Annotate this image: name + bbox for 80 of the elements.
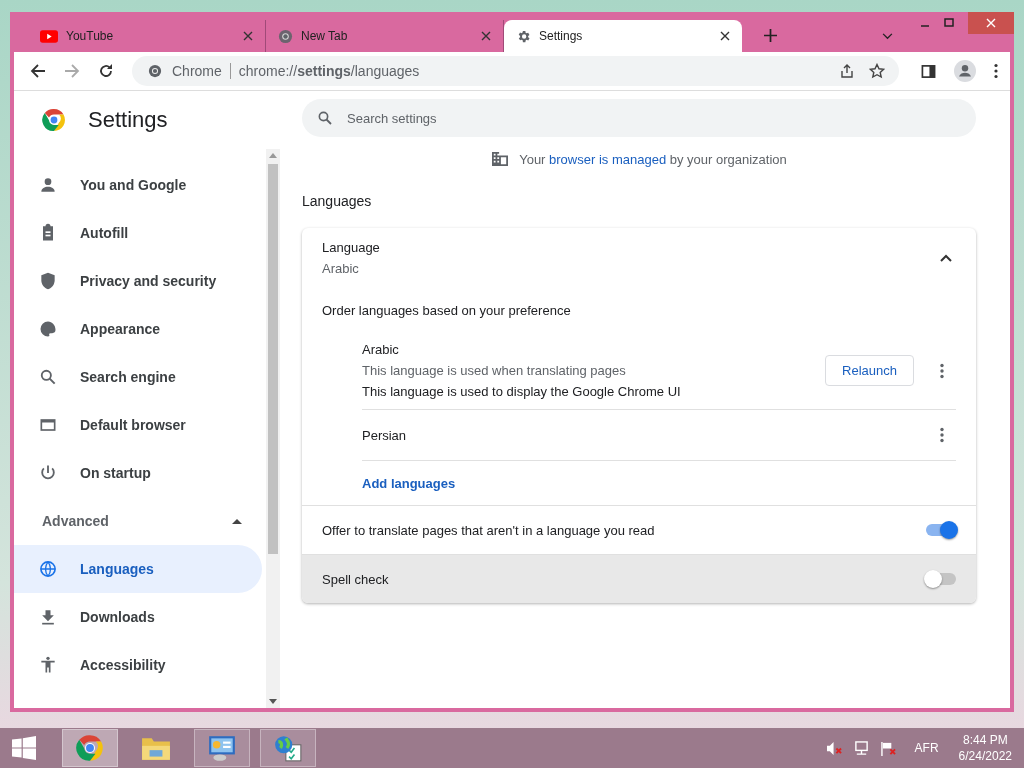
more-options-icon[interactable] xyxy=(994,63,998,79)
profile-avatar-icon[interactable] xyxy=(954,60,976,82)
section-title: Languages xyxy=(302,193,373,209)
share-icon[interactable] xyxy=(839,63,855,79)
sidebar-item[interactable]: Privacy and security xyxy=(14,257,262,305)
order-description: Order languages based on your preference xyxy=(321,302,572,320)
chrome-logo-icon xyxy=(278,28,293,44)
scrollbar[interactable] xyxy=(266,149,280,708)
chevron-up-icon[interactable] xyxy=(940,254,952,262)
managed-link[interactable]: browser is managed xyxy=(549,151,667,167)
muted-speaker-icon[interactable] xyxy=(825,740,843,756)
globe-document-icon xyxy=(273,734,303,762)
input-language[interactable]: AFR xyxy=(914,741,939,755)
language-note: This language is used to display the Google Chrome UI xyxy=(362,384,682,399)
address-bar[interactable]: Chrome chrome://settings/languages xyxy=(132,56,899,86)
windows-logo-icon[interactable] xyxy=(12,736,36,760)
toggle-switch[interactable] xyxy=(926,524,956,536)
caret-up-icon xyxy=(232,518,242,524)
scrollbar-thumb[interactable] xyxy=(268,164,278,554)
reload-icon[interactable] xyxy=(98,63,114,79)
sidebar-item[interactable]: You and Google xyxy=(14,161,262,209)
taskbar-app[interactable] xyxy=(194,729,250,767)
sidebar-item[interactable]: Downloads xyxy=(14,593,262,641)
settings-icon xyxy=(516,28,531,44)
language-name: Persian xyxy=(362,427,408,443)
clock-time[interactable]: 8:44 PM xyxy=(962,733,1008,747)
taskbar-app[interactable] xyxy=(62,729,118,767)
search-icon xyxy=(38,367,58,387)
language-label: Language xyxy=(322,240,380,255)
setting-row[interactable]: Spell check xyxy=(302,554,976,603)
chrome-logo-icon xyxy=(76,734,104,762)
close-icon xyxy=(986,18,996,28)
relaunch-button[interactable]: Relaunch xyxy=(825,355,914,386)
setting-label: Offer to translate pages that aren't in a language you read xyxy=(322,522,655,538)
sidebar-item[interactable]: On startup xyxy=(14,449,262,497)
play-logo-icon xyxy=(40,29,58,43)
clock-date[interactable]: 6/24/2022 xyxy=(958,749,1012,763)
taskbar-app[interactable] xyxy=(260,729,316,767)
add-languages-link[interactable]: Add languages xyxy=(362,461,956,505)
page-title: Settings xyxy=(88,107,168,133)
new-tab-icon[interactable] xyxy=(764,29,777,42)
chevron-down-icon[interactable] xyxy=(882,33,893,40)
language-note: This language is used when translating pages xyxy=(362,363,627,378)
more-options-icon[interactable] xyxy=(940,362,944,379)
network-icon[interactable] xyxy=(852,740,870,756)
back-arrow-icon[interactable] xyxy=(30,63,46,79)
search-field[interactable]: Search settings xyxy=(302,99,976,137)
language-name: Arabic xyxy=(362,342,400,357)
browser-tab[interactable]: Settings xyxy=(504,20,742,52)
side-panel-icon[interactable] xyxy=(921,63,936,79)
url-text: chrome://settings/languages xyxy=(238,63,420,79)
person-icon xyxy=(38,175,58,195)
advanced-section-toggle[interactable]: Advanced xyxy=(14,497,266,545)
star-icon[interactable] xyxy=(869,63,885,79)
chrome-logo-icon xyxy=(42,108,66,132)
search-icon xyxy=(316,109,334,127)
sidebar-item[interactable]: Search engine xyxy=(14,353,262,401)
scroll-down-icon[interactable] xyxy=(269,699,277,704)
sidebar-item[interactable]: Autofill xyxy=(14,209,262,257)
close-icon[interactable] xyxy=(720,31,730,41)
chrome-logo-icon xyxy=(148,64,162,78)
toggle-switch[interactable] xyxy=(926,573,956,585)
flag-icon[interactable] xyxy=(879,740,897,756)
accessibility-icon xyxy=(38,655,58,675)
sidebar-item[interactable]: Languages xyxy=(14,545,262,593)
sidebar-item[interactable]: Appearance xyxy=(14,305,262,353)
building-icon xyxy=(491,151,510,167)
globe-icon xyxy=(38,559,58,579)
language-value: Arabic xyxy=(322,261,360,276)
scroll-up-icon[interactable] xyxy=(269,153,277,158)
control-panel-icon xyxy=(207,734,237,762)
sidebar-item[interactable]: Accessibility xyxy=(14,641,262,689)
managed-notice: Your browser is managed by your organization xyxy=(519,151,787,167)
more-options-icon[interactable] xyxy=(940,427,944,443)
shield-icon xyxy=(38,271,58,291)
setting-label: Spell check xyxy=(322,571,389,587)
sidebar-item[interactable]: Default browser xyxy=(14,401,262,449)
maximize-icon[interactable] xyxy=(944,18,954,28)
folder-icon xyxy=(141,735,171,761)
site-label: Chrome xyxy=(172,63,222,79)
